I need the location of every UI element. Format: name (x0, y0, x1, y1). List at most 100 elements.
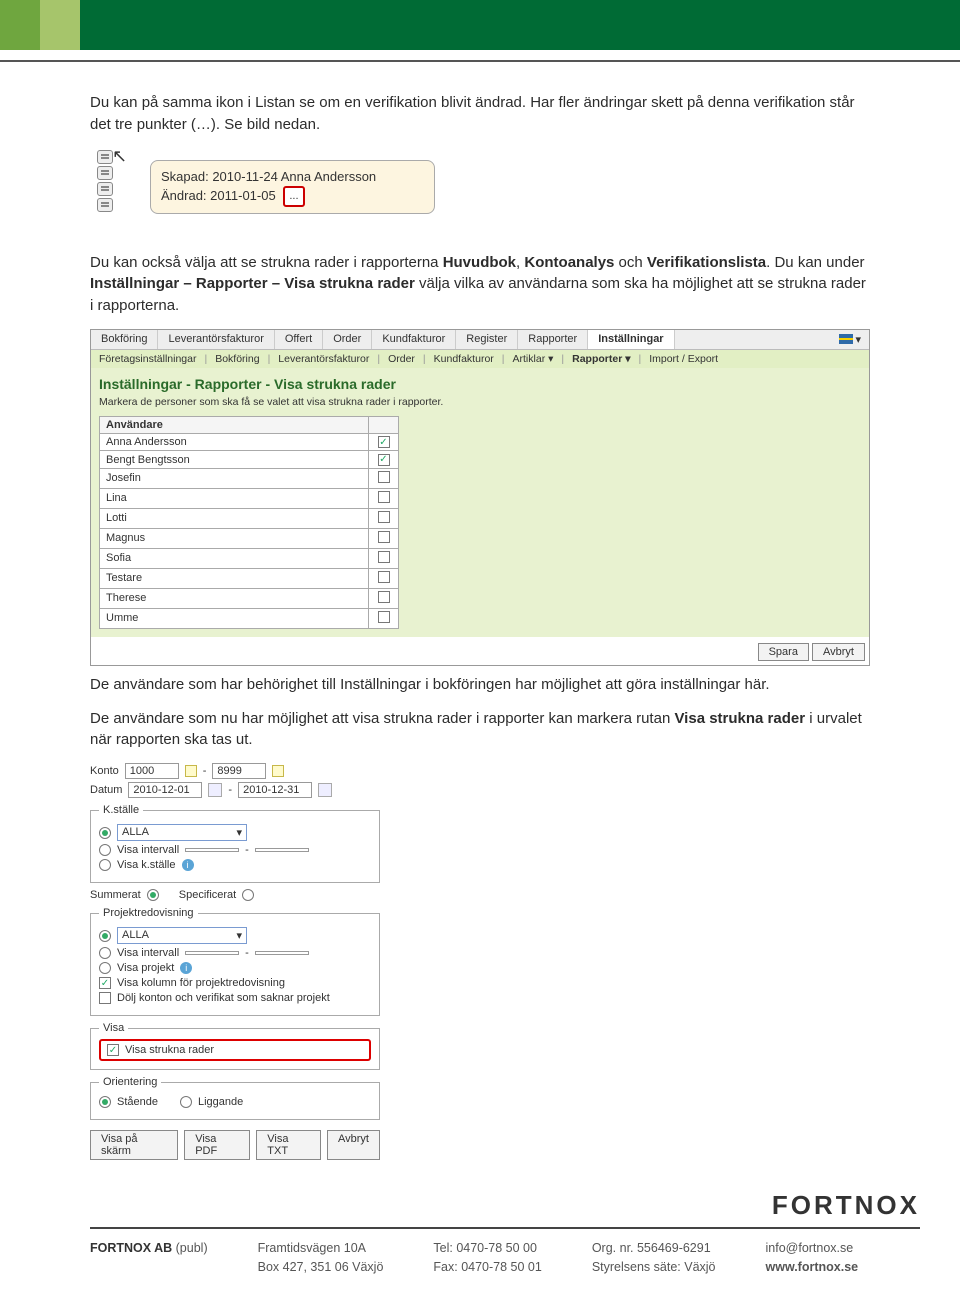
staende-label: Stående (117, 1096, 158, 1108)
radio-proj-alla[interactable] (99, 930, 111, 942)
datum-from-input[interactable]: 2010-12-01 (128, 782, 202, 798)
subtab-kund[interactable]: Kundfakturor (434, 353, 494, 365)
projekt-legend: Projektredovisning (99, 907, 198, 919)
tooltip-changed-label: Ändrad: (161, 188, 207, 203)
user-checkbox[interactable] (378, 571, 390, 583)
radio-proj-intervall[interactable] (99, 947, 111, 959)
table-row: Sofia (100, 548, 399, 568)
main-tabs: Bokföring Leverantörsfakturor Offert Ord… (91, 330, 869, 350)
cancel-button[interactable]: Avbryt (812, 643, 865, 661)
user-checkbox[interactable] (378, 471, 390, 483)
datum-to-input[interactable]: 2010-12-31 (238, 782, 312, 798)
radio-staende[interactable] (99, 1096, 111, 1108)
visa-txt-button[interactable]: Visa TXT (256, 1130, 321, 1160)
kstalle-legend: K.ställe (99, 804, 143, 816)
visa-kstalle-label: Visa k.ställe (117, 859, 176, 871)
visa-intervall-label: Visa intervall (117, 844, 179, 856)
ellipsis-button[interactable]: ... (283, 186, 304, 207)
radio-liggande[interactable] (180, 1096, 192, 1108)
user-checkbox[interactable] (378, 531, 390, 543)
visa-skarm-button[interactable]: Visa på skärm (90, 1130, 178, 1160)
kstalle-dropdown[interactable]: ALLA▾ (117, 824, 247, 841)
footer-links: info@fortnox.se www.fortnox.se (766, 1239, 859, 1277)
tab-bokforing[interactable]: Bokföring (91, 330, 158, 349)
radio-proj-visa[interactable] (99, 962, 111, 974)
subtab-lev[interactable]: Leverantörsfakturor (278, 353, 369, 365)
users-header: Användare (100, 416, 369, 433)
user-checkbox[interactable] (378, 611, 390, 623)
paragraph-3: De användare som har behörighet till Ins… (90, 674, 870, 696)
projekt-fieldset: Projektredovisning ALLA▾ Visa intervall … (90, 907, 380, 1016)
visa-strukna-highlight: ✓ Visa strukna rader (99, 1039, 371, 1061)
subtab-artiklar[interactable]: Artiklar ▾ (513, 353, 554, 365)
specificerat-label: Specificerat (179, 889, 236, 901)
radio-alla[interactable] (99, 827, 111, 839)
visa-pdf-button[interactable]: Visa PDF (184, 1130, 250, 1160)
info-icon[interactable]: i (182, 859, 194, 871)
proj-intervall-label: Visa intervall (117, 947, 179, 959)
tab-order[interactable]: Order (323, 330, 372, 349)
projekt-dropdown[interactable]: ALLA▾ (117, 927, 247, 944)
user-checkbox[interactable]: ✓ (378, 436, 390, 448)
radio-summerat[interactable] (147, 889, 159, 901)
intervall-from[interactable] (185, 848, 239, 852)
panel-title: Inställningar - Rapporter - Visa strukna… (99, 376, 861, 392)
user-checkbox[interactable] (378, 591, 390, 603)
kstalle-fieldset: K.ställe ALLA▾ Visa intervall - Visa k.s… (90, 804, 380, 883)
subtab-rapporter[interactable]: Rapporter ▾ (572, 353, 630, 365)
flag-dropdown[interactable]: ▾ (831, 330, 869, 349)
konto-from-input[interactable]: 1000 (125, 763, 179, 779)
sweden-flag-icon (839, 334, 853, 344)
chk-visa-strukna[interactable]: ✓ (107, 1044, 119, 1056)
calendar-icon[interactable] (318, 783, 332, 797)
radio-intervall[interactable] (99, 844, 111, 856)
datum-label: Datum (90, 784, 122, 796)
subtab-foretag[interactable]: Företagsinställningar (99, 353, 196, 365)
radio-kstalle[interactable] (99, 859, 111, 871)
tab-kundfakturor[interactable]: Kundfakturor (372, 330, 456, 349)
subtab-order[interactable]: Order (388, 353, 415, 365)
intervall-to[interactable] (255, 848, 309, 852)
tab-rapporter[interactable]: Rapporter (518, 330, 588, 349)
proj-intervall-from[interactable] (185, 951, 239, 955)
chk-dolj-konton[interactable] (99, 992, 111, 1004)
tab-register[interactable]: Register (456, 330, 518, 349)
user-checkbox[interactable] (378, 551, 390, 563)
user-checkbox[interactable] (378, 511, 390, 523)
chk-visa-kolumn[interactable]: ✓ (99, 977, 111, 989)
picker-icon[interactable] (185, 765, 197, 777)
orientering-legend: Orientering (99, 1076, 161, 1088)
tooltip-created-value: 2010-11-24 Anna Andersson (212, 169, 376, 184)
calendar-icon[interactable] (208, 783, 222, 797)
user-checkbox[interactable] (378, 491, 390, 503)
user-checkbox[interactable]: ✓ (378, 454, 390, 466)
table-row: Anna Andersson✓ (100, 433, 399, 451)
proj-intervall-to[interactable] (255, 951, 309, 955)
tab-installningar[interactable]: Inställningar (588, 330, 674, 349)
paragraph-1: Du kan på samma ikon i Listan se om en v… (90, 92, 870, 136)
footer-web[interactable]: www.fortnox.se (766, 1260, 859, 1274)
avbryt-button[interactable]: Avbryt (327, 1130, 380, 1160)
panel-subtitle: Markera de personer som ska få se valet … (99, 396, 861, 408)
save-button[interactable]: Spara (758, 643, 809, 661)
table-row: Therese (100, 588, 399, 608)
chevron-down-icon: ▾ (236, 826, 242, 839)
footer-address: Framtidsvägen 10ABox 427, 351 06 Växjö (258, 1239, 384, 1277)
footer-email[interactable]: info@fortnox.se (766, 1241, 854, 1255)
konto-to-input[interactable]: 8999 (212, 763, 266, 779)
sub-tabs: Företagsinställningar| Bokföring| Levera… (91, 350, 869, 368)
page-content: Du kan på samma ikon i Listan se om en v… (0, 62, 960, 1160)
subtab-bokforing[interactable]: Bokföring (215, 353, 259, 365)
settings-screenshot: Bokföring Leverantörsfakturor Offert Ord… (90, 329, 870, 666)
tab-offert[interactable]: Offert (275, 330, 323, 349)
radio-specificerat[interactable] (242, 889, 254, 901)
info-icon[interactable]: i (180, 962, 192, 974)
konto-label: Konto (90, 765, 119, 777)
table-row: Magnus (100, 528, 399, 548)
tab-leverantorsfakturor[interactable]: Leverantörsfakturor (158, 330, 274, 349)
paragraph-4: De användare som nu har möjlighet att vi… (90, 708, 870, 752)
list-row-icon (97, 182, 113, 196)
picker-icon[interactable] (272, 765, 284, 777)
subtab-import[interactable]: Import / Export (649, 353, 718, 365)
fortnox-logo: FORTNOX (772, 1190, 920, 1221)
